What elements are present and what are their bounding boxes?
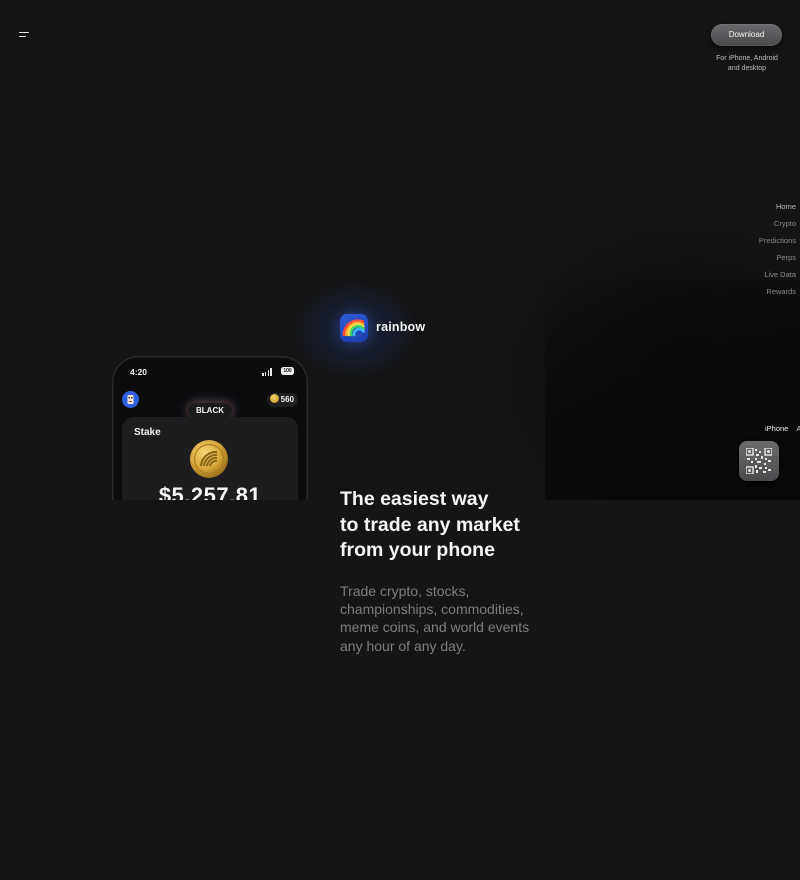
rainbow-icon (340, 314, 368, 342)
points-value: 560 (280, 395, 294, 404)
page: Download For iPhone, Android and desktop… (0, 0, 800, 880)
brand-name: rainbow (376, 320, 426, 334)
headline-line: from your phone (340, 539, 495, 561)
side-nav: Home Crypto Predictions Perps Live Data … (759, 198, 796, 300)
subcopy-line: meme coins, and world events (340, 619, 530, 636)
tab-next[interactable]: A (796, 424, 800, 433)
download-note: For iPhone, Android and desktop (704, 54, 790, 74)
stake-card[interactable]: Stake $5,257.81 (122, 417, 298, 500)
nav-item-home[interactable]: Home (759, 198, 796, 215)
headline-line: The easiest way (340, 488, 489, 510)
nav-item-predictions[interactable]: Predictions (759, 232, 796, 249)
signal-icon (262, 368, 272, 376)
stake-title: Stake (134, 427, 161, 438)
phone-frame: 4:20 100 BLACK 560 Stake $5,257.81 (112, 356, 308, 500)
download-button[interactable]: Download (711, 24, 782, 46)
menu-icon[interactable] (19, 32, 31, 39)
nav-item-live-data[interactable]: Live Data (759, 266, 796, 283)
tier-badge: BLACK (188, 403, 232, 418)
hero-headline: The easiest way to trade any market from… (340, 487, 640, 564)
coin-icon (269, 394, 279, 403)
download-note-line: For iPhone, Android (716, 55, 778, 62)
stake-amount: $5,257.81 (158, 483, 262, 500)
gold-coin-icon (189, 439, 229, 479)
subcopy-line: any hour of any day. (340, 637, 466, 654)
qr-code[interactable] (739, 441, 779, 481)
phone-mockup: 4:20 100 BLACK 560 Stake $5,257.81 (112, 356, 308, 500)
avatar[interactable] (122, 391, 139, 408)
nav-item-perps[interactable]: Perps (759, 249, 796, 266)
qr-code-icon (746, 448, 772, 474)
nav-item-rewards[interactable]: Rewards (759, 283, 796, 300)
nav-item-crypto[interactable]: Crypto (759, 215, 796, 232)
subcopy-line: Trade crypto, stocks, (340, 583, 470, 599)
battery-icon: 100 (281, 367, 294, 375)
hero-subcopy: Trade crypto, stocks, championships, com… (340, 582, 570, 655)
tab-iphone[interactable]: iPhone (765, 424, 788, 433)
status-time: 4:20 (130, 367, 148, 377)
headline-line: to trade any market (340, 513, 520, 536)
platform-tabs: iPhone A (765, 424, 800, 433)
download-note-line: and desktop (727, 65, 767, 72)
subcopy-line: championships, commodities, (340, 601, 524, 618)
points-badge[interactable]: 560 (266, 393, 298, 407)
